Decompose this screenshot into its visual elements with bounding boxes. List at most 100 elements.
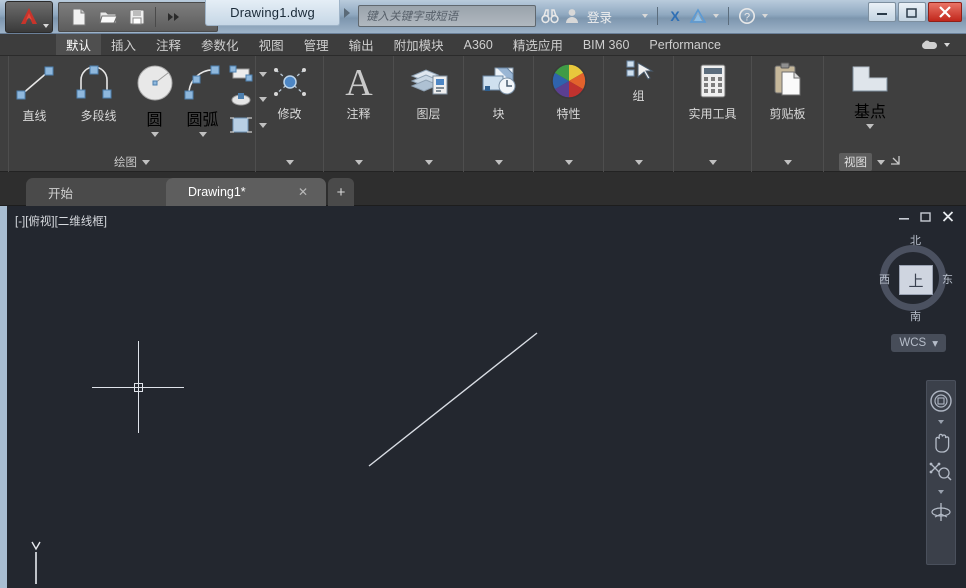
tool-block[interactable]: 块: [468, 62, 530, 122]
help-icon[interactable]: ?: [738, 7, 756, 25]
tool-layers[interactable]: 图层: [398, 62, 460, 122]
pan-hand-icon[interactable]: [928, 431, 954, 454]
viewport-restore-button[interactable]: [920, 211, 932, 225]
tool-clipboard[interactable]: 剪贴板: [755, 62, 821, 122]
ribbon-tab-performance[interactable]: Performance: [639, 34, 731, 55]
ribbon-tab-bim360[interactable]: BIM 360: [573, 34, 640, 55]
region-icon: [229, 117, 252, 133]
ribbon-tab-view[interactable]: 视图: [249, 34, 294, 55]
title-expand-arrow-icon[interactable]: [344, 8, 350, 18]
drawing-canvas[interactable]: [-][俯视][二维线框] 上 北 南 西 东 WCS ▾: [0, 206, 966, 588]
ribbon-tab-default[interactable]: 默认: [56, 34, 102, 55]
person-icon[interactable]: [565, 8, 579, 24]
ribbon-tab-annotate[interactable]: 注释: [146, 34, 191, 55]
panel-utilities-footer[interactable]: [674, 152, 751, 172]
file-tab-close-icon[interactable]: ✕: [298, 185, 308, 199]
wcs-caret-icon[interactable]: ▾: [932, 336, 938, 350]
panel-modify-caret-icon[interactable]: [285, 159, 294, 165]
file-tab-drawing1[interactable]: Drawing1* ✕: [166, 178, 326, 206]
ribbon-tab-output[interactable]: 输出: [339, 34, 384, 55]
viewport-config-label[interactable]: [-][俯视][二维线框]: [15, 213, 107, 229]
ribbon-tab-manage[interactable]: 管理: [294, 34, 339, 55]
panel-draw-caret-icon[interactable]: [142, 159, 150, 165]
tool-utilities[interactable]: 实用工具: [677, 62, 749, 122]
search-input[interactable]: 键入关键字或短语: [358, 5, 536, 27]
tool-layers-label: 图层: [416, 107, 441, 121]
tool-properties[interactable]: 特性: [538, 62, 600, 122]
ribbon-tab-addins[interactable]: 附加模块: [384, 34, 454, 55]
steering-wheel-icon[interactable]: [928, 389, 954, 413]
autodesk-caret-icon[interactable]: [713, 14, 720, 18]
exchange-x-icon[interactable]: X: [667, 8, 683, 24]
view-cube-west-label[interactable]: 西: [879, 271, 890, 287]
panel-view-tag[interactable]: 视图: [839, 153, 872, 171]
view-cube-top-face[interactable]: 上: [899, 265, 933, 295]
panel-block-caret-icon[interactable]: [494, 159, 503, 165]
viewport-close-button[interactable]: [942, 211, 954, 225]
ribbon-tab-parametric[interactable]: 参数化: [191, 34, 249, 55]
panel-properties-caret-icon[interactable]: [564, 159, 573, 165]
ribbon-display-options-button[interactable]: [920, 34, 950, 55]
orbit-icon[interactable]: [928, 501, 954, 523]
application-menu-button[interactable]: [5, 1, 53, 33]
panel-annotation-caret-icon[interactable]: [354, 159, 363, 165]
view-cube-east-label[interactable]: 东: [942, 271, 953, 287]
panel-layers-caret-icon[interactable]: [424, 159, 433, 165]
tool-annotation[interactable]: A 注释: [328, 62, 390, 122]
panel-view-launcher-icon[interactable]: [890, 155, 901, 169]
save-disk-icon[interactable]: [126, 6, 148, 28]
panel-draw-title: 绘图: [114, 157, 137, 169]
view-cube-north-label[interactable]: 北: [910, 232, 921, 248]
ribbon-options-caret-icon[interactable]: [944, 42, 950, 47]
panel-clipboard-caret-icon[interactable]: [783, 159, 792, 165]
autodesk-icon[interactable]: [689, 8, 707, 24]
view-cube-south-label[interactable]: 南: [910, 308, 921, 324]
new-file-icon[interactable]: [68, 6, 90, 28]
ribbon-panel-layers: 图层: [394, 56, 464, 172]
tool-basepoint-dropdown-icon[interactable]: [866, 124, 874, 129]
tool-basepoint[interactable]: 基点: [830, 62, 910, 129]
panel-draw-footer[interactable]: 绘图: [9, 152, 255, 172]
zoom-extents-icon[interactable]: [928, 461, 954, 483]
open-folder-icon[interactable]: [97, 6, 119, 28]
wcs-dropdown[interactable]: WCS ▾: [891, 334, 946, 352]
help-caret-icon[interactable]: [762, 14, 769, 18]
panel-layers-footer[interactable]: [394, 152, 463, 172]
restore-button[interactable]: [898, 2, 926, 22]
tool-circle-dropdown-icon[interactable]: [150, 132, 159, 137]
tool-arc[interactable]: 圆弧: [180, 62, 226, 137]
panel-clipboard-footer[interactable]: [752, 152, 823, 172]
close-button[interactable]: [928, 2, 962, 22]
file-tab-start[interactable]: 开始: [26, 178, 176, 206]
panel-group-caret-icon[interactable]: [634, 159, 643, 165]
minimize-button[interactable]: [868, 2, 896, 22]
view-cube[interactable]: 上 北 南 西 东: [863, 235, 953, 324]
new-file-tab-button[interactable]: +: [328, 178, 354, 206]
panel-modify-footer[interactable]: [256, 152, 323, 172]
binoculars-icon[interactable]: [541, 8, 559, 24]
panel-view-caret-icon[interactable]: [877, 159, 885, 165]
file-tab-start-label: 开始: [48, 186, 74, 201]
tool-arc-dropdown-icon[interactable]: [198, 132, 207, 137]
sign-in-label[interactable]: 登录: [587, 7, 612, 26]
tool-circle[interactable]: 圆: [132, 62, 178, 137]
panel-view-footer[interactable]: 视图: [824, 152, 916, 172]
panel-group-footer[interactable]: [604, 152, 673, 172]
ribbon-tab-featured[interactable]: 精选应用: [503, 34, 573, 55]
tool-group[interactable]: 组: [608, 58, 670, 104]
panel-annotation-footer[interactable]: [324, 152, 393, 172]
panel-block-footer[interactable]: [464, 152, 533, 172]
sign-in-caret-icon[interactable]: [642, 14, 649, 18]
tool-modify[interactable]: 修改: [259, 62, 321, 122]
steering-wheel-caret-icon[interactable]: [938, 420, 944, 424]
panel-utilities-caret-icon[interactable]: [708, 159, 717, 165]
tool-line[interactable]: 直线: [4, 62, 66, 124]
viewport-minimize-button[interactable]: [898, 211, 910, 225]
ribbon-tab-a360[interactable]: A360: [454, 34, 503, 55]
panel-properties-footer[interactable]: [534, 152, 603, 172]
more-chevron-icon[interactable]: [163, 6, 185, 28]
tool-polyline[interactable]: 多段线: [68, 62, 130, 124]
panel-view-label: 视图: [844, 157, 867, 169]
zoom-caret-icon[interactable]: [938, 490, 944, 494]
ribbon-tab-insert[interactable]: 插入: [101, 34, 146, 55]
